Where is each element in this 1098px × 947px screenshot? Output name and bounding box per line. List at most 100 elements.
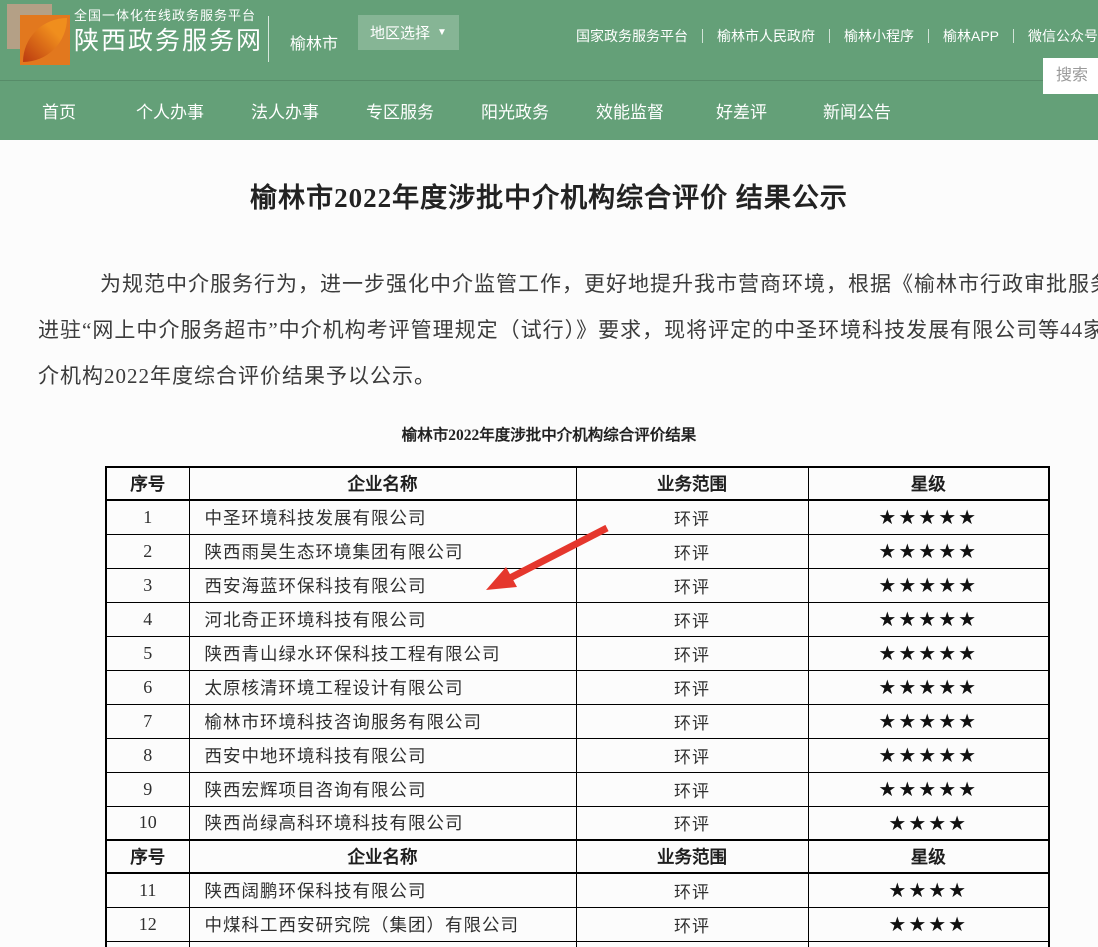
table-row: 2陕西雨昊生态环境集团有限公司环评★★★★★	[106, 534, 1049, 568]
star-rating: ★★★★	[808, 873, 1049, 907]
table-header-cell: 序号	[106, 840, 189, 873]
table-row: 3西安海蓝环保科技有限公司环评★★★★★	[106, 568, 1049, 602]
star-rating: ★★★★★	[808, 534, 1049, 568]
table-header-cell: 序号	[106, 467, 189, 500]
header-link[interactable]: 国家政务服务平台	[576, 26, 688, 46]
main-nav: 首页 个人办事 法人办事 专区服务 阳光政务 效能监督 好差评 新闻公告	[0, 80, 1098, 140]
row-number: 3	[106, 568, 189, 602]
header-link-divider	[702, 29, 703, 43]
nav-item[interactable]: 法人办事	[251, 98, 319, 123]
row-number: 11	[106, 873, 189, 907]
company-name: 中圣环境科技发展有限公司	[189, 500, 576, 534]
company-name: 陕西雨昊生态环境集团有限公司	[189, 534, 576, 568]
row-number: 9	[106, 772, 189, 806]
business-scope: 环评	[576, 500, 808, 534]
row-number: 10	[106, 806, 189, 840]
star-rating: ★★★★★	[808, 636, 1049, 670]
row-number: 2	[106, 534, 189, 568]
business-scope: 环评	[576, 602, 808, 636]
table-caption: 榆林市2022年度涉批中介机构综合评价结果	[0, 423, 1098, 445]
table-row: 6太原核清环境工程设计有限公司环评★★★★★	[106, 670, 1049, 704]
business-scope: 环评	[576, 636, 808, 670]
company-name: 陕西青山绿水环保科技工程有限公司	[189, 636, 576, 670]
company-name: 太原核清环境工程设计有限公司	[189, 670, 576, 704]
nav-item[interactable]: 首页	[42, 98, 76, 123]
row-number: 8	[106, 738, 189, 772]
table-row: 5陕西青山绿水环保科技工程有限公司环评★★★★★	[106, 636, 1049, 670]
row-number: 7	[106, 704, 189, 738]
business-scope: 环评	[576, 568, 808, 602]
header-link[interactable]: 榆林APP	[943, 26, 999, 46]
table-row: 9陕西宏辉项目咨询有限公司环评★★★★★	[106, 772, 1049, 806]
star-rating: ★★★★★	[808, 602, 1049, 636]
table-header-cell: 星级	[808, 467, 1049, 500]
star-rating: ★★★★★	[808, 772, 1049, 806]
star-rating: ★★★★★	[808, 568, 1049, 602]
table-row: 10陕西尚绿高科环境科技有限公司环评★★★★	[106, 806, 1049, 840]
chevron-down-icon: ▼	[437, 28, 447, 38]
row-number: 1	[106, 500, 189, 534]
company-name: 西安中地环境科技有限公司	[189, 738, 576, 772]
nav-item[interactable]: 专区服务	[366, 98, 434, 123]
table-row: 12中煤科工西安研究院（集团）有限公司环评★★★★	[106, 907, 1049, 941]
star-rating: ★★★★★	[808, 670, 1049, 704]
current-city-label[interactable]: 榆林市	[290, 30, 338, 54]
row-number: 12	[106, 907, 189, 941]
star-rating: ★★★★	[808, 907, 1049, 941]
table-row: 1中圣环境科技发展有限公司环评★★★★★	[106, 500, 1049, 534]
site-logo-icon	[7, 4, 71, 68]
table-header-cell: 企业名称	[189, 467, 576, 500]
region-select-button[interactable]: 地区选择 ▼	[358, 15, 459, 50]
row-number: 13	[106, 941, 189, 947]
nav-item[interactable]: 好差评	[716, 98, 767, 123]
announcement-paragraph: 为规范中介服务行为，进一步强化中介监管工作，更好地提升我市营商环境，根据《榆林市…	[0, 261, 1098, 399]
paragraph-line: 进驻“网上中介服务超市”中介机构考评管理规定（试行）》要求，现将评定的中圣环境科…	[38, 307, 1098, 353]
company-name: 陕西宏辉项目咨询有限公司	[189, 772, 576, 806]
header-links: 国家政务服务平台榆林市人民政府榆林小程序榆林APP微信公众号注册	[576, 26, 1098, 46]
company-name: 榆林市环境科技咨询服务有限公司	[189, 704, 576, 738]
header-top-bar: 全国一体化在线政务服务平台 陕西政务服务网 榆林市 地区选择 ▼ 国家政务服务平…	[0, 0, 1098, 80]
table-row: 4河北奇正环境科技有限公司环评★★★★★	[106, 602, 1049, 636]
site-header: 全国一体化在线政务服务平台 陕西政务服务网 榆林市 地区选择 ▼ 国家政务服务平…	[0, 0, 1098, 140]
nav-item[interactable]: 阳光政务	[481, 98, 549, 123]
star-rating: ★★★★	[808, 806, 1049, 840]
logo-leaf-icon	[23, 18, 67, 62]
business-scope: 环评	[576, 738, 808, 772]
platform-label: 全国一体化在线政务服务平台	[74, 9, 263, 22]
page-title: 榆林市2022年度涉批中介机构综合评价 结果公示	[0, 176, 1098, 215]
business-scope: 环评	[576, 873, 808, 907]
business-scope: 环评	[576, 670, 808, 704]
table-header-cell: 业务范围	[576, 840, 808, 873]
nav-item[interactable]: 效能监督	[596, 98, 664, 123]
company-name: 渭南华山环保科技发展有限责任公司	[189, 941, 576, 947]
table-row: 8西安中地环境科技有限公司环评★★★★★	[106, 738, 1049, 772]
paragraph-line: 介机构2022年度综合评价结果予以公示。	[38, 353, 1098, 399]
star-rating: ★★★★★	[808, 500, 1049, 534]
table-header-cell: 业务范围	[576, 467, 808, 500]
row-number: 6	[106, 670, 189, 704]
region-select-label: 地区选择	[370, 22, 430, 43]
header-link[interactable]: 微信公众号	[1028, 26, 1098, 46]
company-name: 中煤科工西安研究院（集团）有限公司	[189, 907, 576, 941]
star-rating: ★★★★★	[808, 738, 1049, 772]
nav-item[interactable]: 个人办事	[136, 98, 204, 123]
header-link-divider	[829, 29, 830, 43]
header-link[interactable]: 榆林小程序	[844, 26, 914, 46]
evaluation-results-table: 序号企业名称业务范围星级1中圣环境科技发展有限公司环评★★★★★2陕西雨昊生态环…	[105, 466, 1050, 947]
table-header-cell: 星级	[808, 840, 1049, 873]
search-input[interactable]	[1043, 58, 1098, 94]
site-name: 陕西政务服务网	[74, 29, 263, 54]
star-rating: ★★★★★	[808, 704, 1049, 738]
header-link[interactable]: 榆林市人民政府	[717, 26, 815, 46]
nav-item[interactable]: 新闻公告	[823, 98, 891, 123]
business-scope: 环评	[576, 534, 808, 568]
table-header-row: 序号企业名称业务范围星级	[106, 467, 1049, 500]
row-number: 4	[106, 602, 189, 636]
company-name: 西安海蓝环保科技有限公司	[189, 568, 576, 602]
header-link-divider	[1013, 29, 1014, 43]
brand-divider	[268, 16, 269, 62]
company-name: 陕西尚绿高科环境科技有限公司	[189, 806, 576, 840]
header-link-divider	[928, 29, 929, 43]
business-scope: 环评	[576, 907, 808, 941]
table-header-row: 序号企业名称业务范围星级	[106, 840, 1049, 873]
